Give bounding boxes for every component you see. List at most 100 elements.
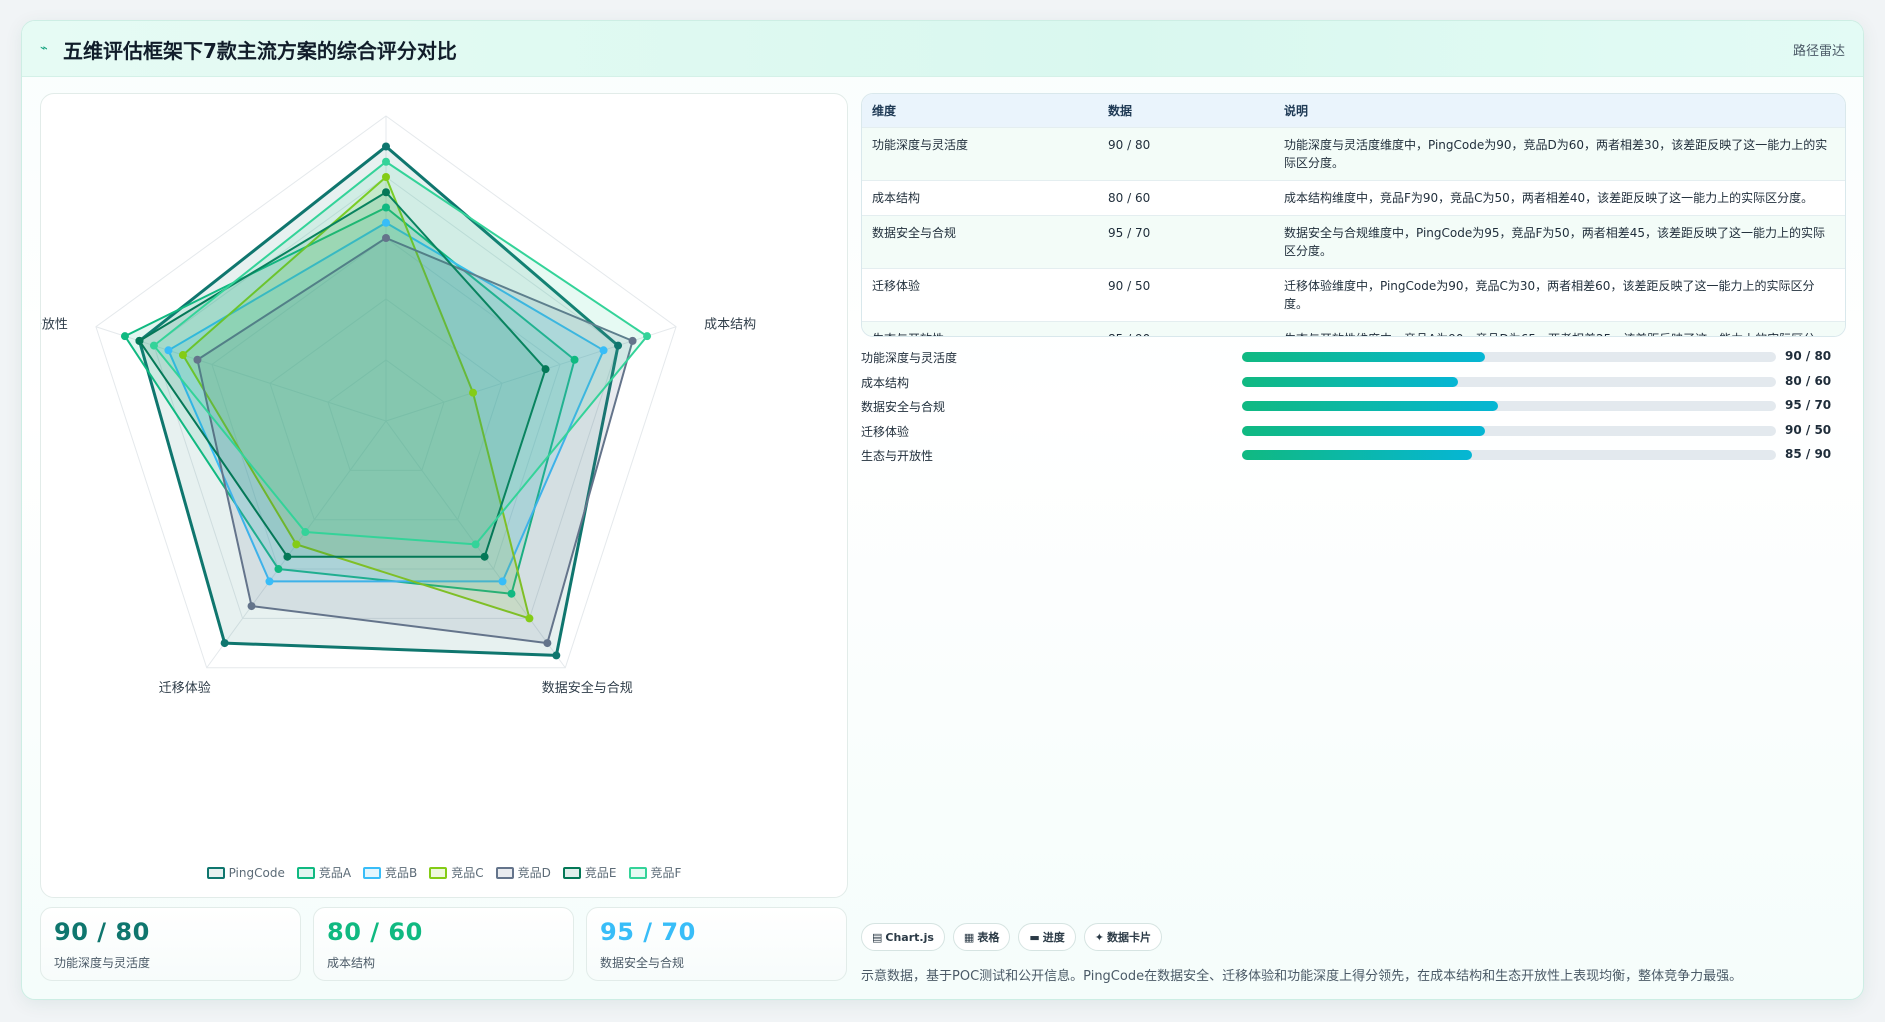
legend-swatch xyxy=(562,866,581,879)
chip-label: 进度 xyxy=(1042,931,1065,944)
table-row: 成本结构 80 / 60 成本结构维度中，竞品F为90，竞品C为50，两者相差4… xyxy=(862,179,1845,215)
radar-point[interactable] xyxy=(552,651,561,660)
progress-row: 成本结构 80 / 60 xyxy=(861,374,1846,399)
table-cell: 生态与开放性 xyxy=(862,320,1098,336)
chip-card[interactable]: ✦ 数据卡片 xyxy=(1083,923,1162,951)
radar-point[interactable] xyxy=(382,142,390,151)
legend-item[interactable]: PingCode xyxy=(206,864,285,881)
progress-value: 95 / 70 xyxy=(1785,398,1832,412)
radar-point[interactable] xyxy=(301,528,310,537)
table-cell: 功能深度与灵活度 xyxy=(862,126,1098,180)
radar-point[interactable] xyxy=(193,355,202,364)
legend-item[interactable]: 竞品C xyxy=(429,864,484,881)
radar-point[interactable] xyxy=(135,336,144,345)
progress-track xyxy=(1242,352,1776,362)
chip-label: 数据卡片 xyxy=(1106,931,1151,944)
legend-item[interactable]: 竞品F xyxy=(628,864,681,881)
progress-row: 数据安全与合规 95 / 70 xyxy=(861,398,1846,423)
chip-table[interactable]: ▦ 表格 xyxy=(952,923,1011,951)
radar-point[interactable] xyxy=(283,552,292,561)
table-cell: 95 / 70 xyxy=(1098,214,1274,268)
radar-point[interactable] xyxy=(507,589,516,598)
legend-label: 竞品B xyxy=(385,866,418,880)
radar-point[interactable] xyxy=(543,639,552,648)
data-table: 维度 数据 说明 功能深度与灵活度 90 / 80 功能深度与灵活度维度中，Pi… xyxy=(861,93,1846,337)
radar-point[interactable] xyxy=(628,336,637,345)
radar-point[interactable] xyxy=(643,332,652,341)
legend-label: 竞品A xyxy=(318,866,352,880)
table-cell: 生态与开放性维度中，竞品A为90，竞品D为65，两者相差25，该差距反映了这一能… xyxy=(1274,320,1845,336)
table-cell: 成本结构维度中，竞品F为90，竞品C为50，两者相差40，该差距反映了这一能力上… xyxy=(1274,179,1845,215)
radar-point[interactable] xyxy=(541,365,550,374)
progress-track xyxy=(1242,450,1776,460)
radar-point[interactable] xyxy=(247,602,256,611)
column-header: 数据 xyxy=(1108,103,1133,118)
chip-label: Chart.js xyxy=(885,930,934,944)
progress-value: 85 / 90 xyxy=(1785,447,1832,461)
radar-point[interactable] xyxy=(382,157,390,166)
chart-icon: ▤ xyxy=(872,930,883,944)
radar-point[interactable] xyxy=(292,540,301,549)
radar-point[interactable] xyxy=(382,234,390,242)
progress-value: 80 / 60 xyxy=(1785,373,1832,388)
table-icon: ▦ xyxy=(963,930,975,944)
radar-point[interactable] xyxy=(220,639,229,648)
legend-item[interactable]: 竞品D xyxy=(495,864,551,881)
progress-fill xyxy=(1242,425,1485,436)
radar-chart: 功能深度与灵活度成本结构数据安全与合规迁移体验生态与开放性 xyxy=(41,115,756,696)
progress-list: 功能深度与灵活度 90 / 80 成本结构 80 / 60 数据安全与合规 95 / 70… xyxy=(861,349,1846,472)
radar-point[interactable] xyxy=(274,565,283,574)
legend-item[interactable]: 竞品E xyxy=(562,864,617,881)
radar-point[interactable] xyxy=(570,355,579,364)
radar-point[interactable] xyxy=(480,552,489,561)
progress-row: 生态与开放性 85 / 90 xyxy=(861,447,1846,472)
legend-swatch xyxy=(296,866,315,879)
chip-progress[interactable]: ▬ 进度 xyxy=(1018,923,1076,951)
kpi-value: 95 / 70 xyxy=(600,918,696,946)
progress-row: 迁移体验 90 / 50 xyxy=(861,423,1846,448)
kpi-card-3: 95 / 70 数据安全与合规 xyxy=(586,907,847,981)
radar-point[interactable] xyxy=(149,341,158,350)
table-cell: 80 / 60 xyxy=(1098,179,1274,215)
header: ⌁ 五维评估框架下7款主流方案的综合评分对比 路径雷达 xyxy=(22,21,1863,77)
kpi-value: 90 / 80 xyxy=(54,918,150,946)
radar-point[interactable] xyxy=(498,577,507,586)
chart-line-icon: ⌁ xyxy=(40,41,48,56)
table-row: 生态与开放性 85 / 90 生态与开放性维度中，竞品A为90，竞品D为65，两… xyxy=(862,320,1845,336)
radar-point[interactable] xyxy=(469,388,478,397)
table-cell: 迁移体验维度中，PingCode为90，竞品C为30，两者相差60，该差距反映了… xyxy=(1274,267,1845,321)
radar-point[interactable] xyxy=(265,577,274,586)
radar-point[interactable] xyxy=(382,218,390,227)
legend-label: 竞品C xyxy=(451,866,484,880)
legend-item[interactable]: 竞品B xyxy=(363,864,417,881)
radar-point[interactable] xyxy=(382,188,390,197)
progress-fill xyxy=(1242,352,1485,362)
kpi-label: 成本结构 xyxy=(327,956,376,970)
radar-point[interactable] xyxy=(525,614,534,623)
radar-point[interactable] xyxy=(164,346,173,355)
legend-swatch xyxy=(495,866,514,879)
radar-point[interactable] xyxy=(382,203,390,212)
legend-label: 竞品E xyxy=(584,866,617,880)
table-cell: 数据安全与合规 xyxy=(862,214,1098,268)
footnote: 示意数据，基于POC测试和公开信息。PingCode在数据安全、迁移体验和功能深… xyxy=(861,969,1743,984)
radar-point[interactable] xyxy=(382,173,390,181)
table-header-row: 维度 数据 说明 xyxy=(862,94,1845,127)
kpi-card-2: 80 / 60 成本结构 xyxy=(313,907,574,981)
legend-item[interactable]: 竞品A xyxy=(296,864,352,881)
progress-label: 成本结构 xyxy=(861,375,910,390)
table-cell: 90 / 50 xyxy=(1098,267,1274,321)
table-row: 功能深度与灵活度 90 / 80 功能深度与灵活度维度中，PingCode为90… xyxy=(862,126,1845,180)
progress-label: 迁移体验 xyxy=(861,424,910,439)
chip-chart[interactable]: ▤ Chart.js xyxy=(861,923,945,951)
radar-point[interactable] xyxy=(599,346,608,355)
progress-track xyxy=(1242,376,1776,387)
radar-point[interactable] xyxy=(471,540,480,549)
legend-swatch xyxy=(429,866,448,879)
page-title: 五维评估框架下7款主流方案的综合评分对比 xyxy=(63,39,457,63)
radar-point[interactable] xyxy=(120,332,129,341)
radar-point[interactable] xyxy=(614,341,623,350)
radar-axis-label: 生态与开放性 xyxy=(41,318,68,333)
radar-point[interactable] xyxy=(178,351,187,360)
progress-fill xyxy=(1242,401,1499,411)
